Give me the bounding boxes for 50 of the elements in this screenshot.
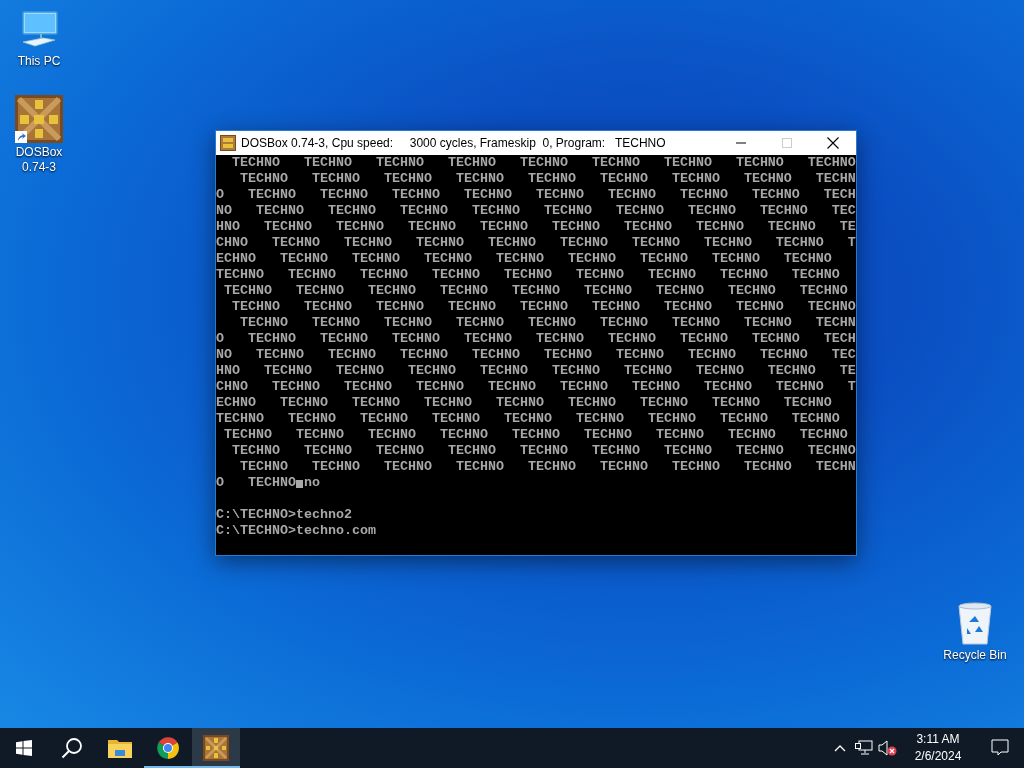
desktop-shortcut[interactable]: DOSBox 0.74-3: [2, 95, 76, 175]
network-icon: [855, 740, 873, 756]
console-line: TECHNO TECHNO TECHNO TECHNO TECHNO TECHNO TECHNO TECHNO TECHNO: [223, 427, 848, 442]
console-line: C:\TECHNO>techno2: [216, 507, 352, 522]
console-line: ECHNO TECHNO TECHNO TECHNO TECHNO TECHNO TECHNO TECHNO TECHNO: [216, 251, 832, 266]
folder-icon: [108, 738, 132, 758]
window-title: DOSBox 0.74-3, Cpu speed: 3000 cycles, Frameskip 0, Program: TECHNO: [241, 136, 667, 150]
console-line: TECHNO TECHNO TECHNO TECHNO TECHNO TECHNO TECHNO TECHNO TECHNO: [216, 411, 840, 426]
speaker-icon: [878, 740, 898, 756]
windows-logo-icon: [16, 740, 32, 756]
console-line: TECHNO TECHNO TECHNO TECHNO TECHNO TECHNO TECHNO TECHNO TECHN: [239, 171, 856, 186]
console-line: TECHNO TECHNO TECHNO TECHNO TECHNO TECHNO TECHNO TECHNO TECHNO: [231, 155, 856, 170]
console-line: O TECHNO: [216, 475, 296, 490]
crate-icon: [203, 735, 229, 761]
console-line: TECHNO TECHNO TECHNO TECHNO TECHNO TECHNO TECHNO TECHNO TECHN: [239, 315, 856, 330]
clock-time: 3:11 AM: [916, 731, 960, 748]
console-line: TECHNO TECHNO TECHNO TECHNO TECHNO TECHNO TECHNO TECHNO TECHNO: [216, 267, 840, 282]
console-line: O TECHNO TECHNO TECHNO TECHNO TECHNO TECHNO TECHNO TECHNO TECH: [216, 331, 856, 346]
console-line: ECHNO TECHNO TECHNO TECHNO TECHNO TECHNO TECHNO TECHNO TECHNO: [216, 395, 832, 410]
console-line: CHNO TECHNO TECHNO TECHNO TECHNO TECHNO TECHNO TECHNO TECHNO T: [216, 379, 856, 394]
crate-icon: [220, 135, 236, 151]
recycle-bin-shortcut[interactable]: Recycle Bin: [937, 602, 1013, 663]
console-line: TECHNO TECHNO TECHNO TECHNO TECHNO TECHNO TECHNO TECHNO TECHNO: [223, 283, 848, 298]
speech-bubble-icon: [991, 739, 1009, 757]
shortcut-label: Recycle Bin: [942, 648, 1008, 663]
console-line: HNO TECHNO TECHNO TECHNO TECHNO TECHNO TECHNO TECHNO TECHNO TE: [216, 363, 856, 378]
console-line: O TECHNO TECHNO TECHNO TECHNO TECHNO TECHNO TECHNO TECHNO TECH: [216, 187, 856, 202]
console-line: HNO TECHNO TECHNO TECHNO TECHNO TECHNO TECHNO TECHNO TECHNO TE: [216, 219, 856, 234]
console-line: TECHNO TECHNO TECHNO TECHNO TECHNO TECHNO TECHNO TECHNO TECHN: [239, 459, 856, 474]
console-line: no: [304, 475, 320, 490]
console-line: TECHNO TECHNO TECHNO TECHNO TECHNO TECHNO TECHNO TECHNO TECHNO: [231, 299, 856, 314]
clock-button[interactable]: 3:11 AM 2/6/2024: [900, 728, 976, 768]
taskbar-app-button[interactable]: [192, 728, 240, 768]
crate-icon: [15, 95, 63, 143]
console-line: NO TECHNO TECHNO TECHNO TECHNO TECHNO TECHNO TECHNO TECHNO TEC: [216, 203, 856, 218]
recycle-bin-icon: [955, 602, 995, 646]
console-line: NO TECHNO TECHNO TECHNO TECHNO TECHNO TECHNO TECHNO TECHNO TEC: [216, 347, 856, 362]
shortcut-label: This PC: [16, 54, 62, 69]
close-icon: [827, 137, 839, 149]
maximize-icon: [782, 138, 792, 148]
console-line: CHNO TECHNO TECHNO TECHNO TECHNO TECHNO TECHNO TECHNO TECHNO T: [216, 235, 856, 250]
console-line: TECHNO TECHNO TECHNO TECHNO TECHNO TECHNO TECHNO TECHNO TECHNO: [231, 443, 856, 458]
clock-date: 2/6/2024: [914, 748, 962, 765]
shortcut-label: DOSBox 0.74-3: [14, 145, 64, 175]
chevron-up-icon: [834, 744, 846, 752]
browser-logo-icon: [156, 736, 180, 760]
console-line: C:\TECHNO>techno.com: [216, 523, 376, 538]
search-icon: [61, 737, 83, 759]
text-cursor: [296, 480, 303, 488]
desktop-shortcut[interactable]: This PC: [2, 8, 76, 69]
